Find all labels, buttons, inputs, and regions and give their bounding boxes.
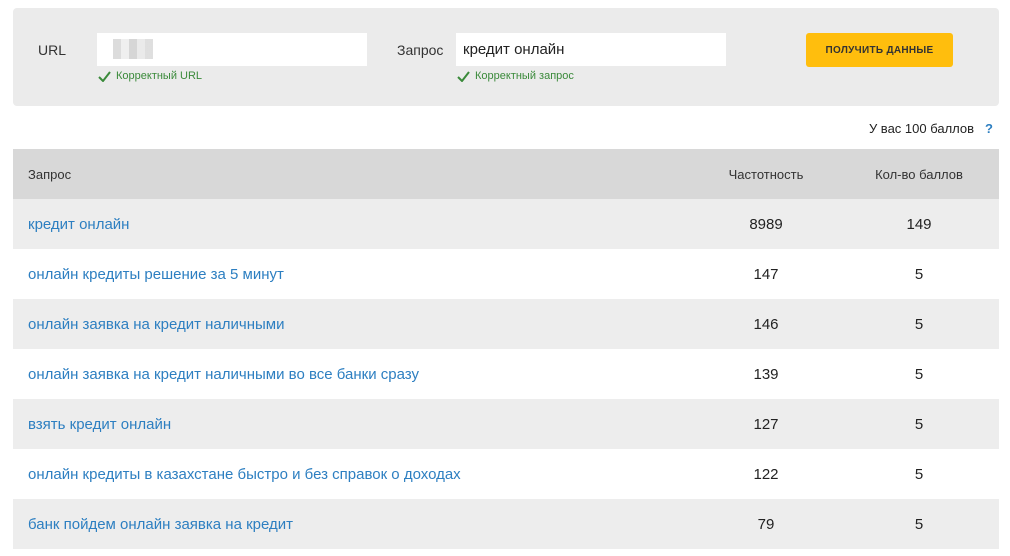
query-link[interactable]: онлайн заявка на кредит наличными: [28, 316, 284, 333]
points-cell: 5: [839, 299, 999, 349]
points-cell: 5: [914, 465, 924, 483]
query-link[interactable]: онлайн кредиты решение за 5 минут: [28, 266, 284, 283]
table-row: онлайн кредиты в казахстане быстро и без…: [13, 449, 999, 499]
query-link[interactable]: онлайн кредиты в казахстане быстро и без…: [28, 466, 461, 483]
table-row: банк пойдем онлайн заявка на кредит 79 5: [13, 499, 999, 549]
points-cell: 5: [839, 399, 999, 449]
points-cell: 5: [839, 499, 999, 549]
frequency-cell: 139: [753, 365, 779, 383]
check-icon: [98, 70, 111, 82]
frequency-cell: 147: [753, 265, 779, 283]
query-label: Запрос: [397, 42, 444, 58]
frequency-cell: 146: [693, 299, 839, 349]
query-input[interactable]: [456, 33, 726, 66]
frequency-cell: 127: [693, 399, 839, 449]
table-row: онлайн заявка на кредит наличными во все…: [13, 349, 999, 399]
header-points[interactable]: Кол-во баллов: [839, 149, 999, 199]
balance-info: У вас 100 баллов ?: [869, 121, 993, 136]
query-valid-note: Корректный запрос: [457, 70, 574, 82]
table-row: онлайн заявка на кредит наличными 146 5: [13, 299, 999, 349]
table-row: онлайн кредиты решение за 5 минут 147 5: [13, 249, 999, 299]
header-frequency[interactable]: Частотность: [693, 149, 839, 199]
query-form-panel: URL Корректный URL Запрос Корректный зап…: [13, 8, 999, 106]
url-valid-text: Корректный URL: [116, 70, 203, 82]
query-link[interactable]: взять кредит онлайн: [28, 416, 171, 433]
query-link[interactable]: банк пойдем онлайн заявка на кредит: [28, 516, 293, 533]
query-link[interactable]: кредит онлайн: [28, 216, 129, 233]
points-cell: 5: [914, 365, 924, 383]
header-query[interactable]: Запрос: [13, 149, 693, 199]
url-valid-note: Корректный URL: [98, 70, 202, 82]
check-icon: [457, 70, 470, 82]
table-row: кредит онлайн 8989 149: [13, 199, 999, 249]
table-row: взять кредит онлайн 127 5: [13, 399, 999, 449]
table-header-row: Запрос Частотность Кол-во баллов: [13, 149, 999, 199]
points-cell: 149: [839, 199, 999, 249]
frequency-cell: 8989: [693, 199, 839, 249]
get-data-button[interactable]: ПОЛУЧИТЬ ДАННЫЕ: [806, 33, 953, 67]
results-table: Запрос Частотность Кол-во баллов кредит …: [13, 149, 999, 549]
query-valid-text: Корректный запрос: [475, 70, 574, 82]
frequency-cell: 122: [753, 465, 779, 483]
frequency-cell: 79: [693, 499, 839, 549]
url-label: URL: [38, 42, 67, 58]
help-icon[interactable]: ?: [985, 121, 993, 136]
balance-text: У вас 100 баллов: [868, 121, 975, 136]
query-link[interactable]: онлайн заявка на кредит наличными во все…: [28, 366, 419, 383]
points-cell: 5: [914, 265, 924, 283]
url-redacted-value: [113, 39, 153, 59]
